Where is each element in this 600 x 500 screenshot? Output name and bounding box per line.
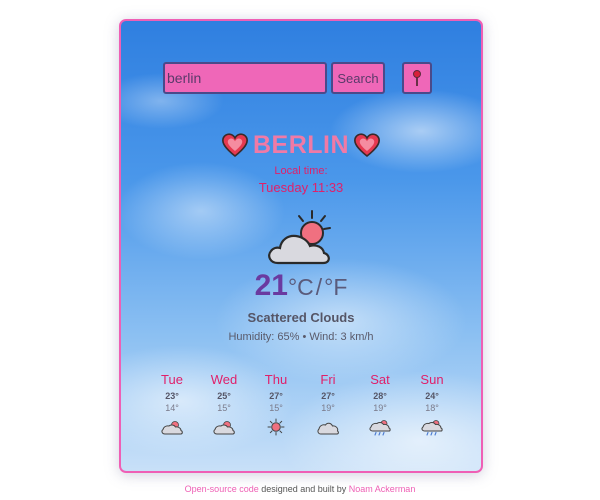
forecast-day-name: Fri <box>320 372 336 387</box>
forecast-low: 19° <box>373 403 387 413</box>
forecast-day: Fri 27° 19° <box>302 372 354 436</box>
weather-details: Humidity: 65% • Wind: 3 km/h <box>228 331 374 343</box>
forecast-high: 27° <box>269 391 283 401</box>
forecast-day-name: Tue <box>161 372 183 387</box>
source-code-link[interactable]: Open-source code <box>185 484 259 494</box>
city-name: BERLIN <box>252 130 350 159</box>
forecast-day: Wed 25° 15° <box>198 372 250 436</box>
forecast-low: 15° <box>269 403 283 413</box>
partly-cloudy-icon <box>268 210 331 265</box>
temperature-value: 21 <box>254 269 288 302</box>
cloud-icon <box>317 422 339 435</box>
forecast-low: 19° <box>321 403 335 413</box>
forecast-day: Tue 23° 14° <box>146 372 198 436</box>
local-time-label: Local time: <box>274 165 328 177</box>
footer: Open-source code designed and built by N… <box>0 484 600 494</box>
heart-icon <box>354 133 381 158</box>
rain-cloud-icon <box>369 420 391 436</box>
forecast: Tue 23° 14° Wed 25° 15° Thu 27° 15° Fri … <box>146 372 481 436</box>
city-heading: BERLIN <box>121 129 481 161</box>
author-link[interactable]: Noam Ackerman <box>349 484 416 494</box>
forecast-day: Thu 27° 15° <box>250 372 302 436</box>
footer-text: designed and built by <box>258 484 349 494</box>
unit-separator: / <box>315 274 323 300</box>
forecast-day-name: Thu <box>264 372 288 387</box>
forecast-high: 23° <box>165 391 179 401</box>
current-location-button[interactable] <box>402 62 432 94</box>
heart-icon <box>221 133 248 158</box>
forecast-day: Sat 28° 19° <box>354 372 406 436</box>
partly-cloudy-icon <box>213 421 235 435</box>
forecast-day: Sun 24° 18° <box>406 372 458 436</box>
weather-description: Scattered Clouds <box>247 310 355 325</box>
forecast-low: 18° <box>425 403 439 413</box>
celsius-toggle[interactable]: °C <box>288 274 314 301</box>
sun-icon <box>267 418 285 436</box>
pin-icon <box>413 70 421 86</box>
forecast-high: 24° <box>425 391 439 401</box>
weather-card: Search BERLIN Local time: Tuesday 11:33 … <box>119 19 483 473</box>
forecast-low: 14° <box>165 403 179 413</box>
forecast-high: 25° <box>217 391 231 401</box>
temperature-row: 21 °C / °F <box>121 269 481 303</box>
forecast-low: 15° <box>217 403 231 413</box>
rain-cloud-icon <box>421 420 443 436</box>
forecast-high: 28° <box>373 391 387 401</box>
forecast-day-name: Wed <box>210 372 238 387</box>
local-time: Tuesday 11:33 <box>258 180 344 195</box>
fahrenheit-toggle[interactable]: °F <box>324 274 347 301</box>
forecast-high: 27° <box>321 391 335 401</box>
forecast-day-name: Sun <box>420 372 444 387</box>
partly-cloudy-icon <box>161 421 183 435</box>
search-input[interactable] <box>163 62 327 94</box>
search-button[interactable]: Search <box>331 62 385 94</box>
forecast-day-name: Sat <box>370 372 390 387</box>
